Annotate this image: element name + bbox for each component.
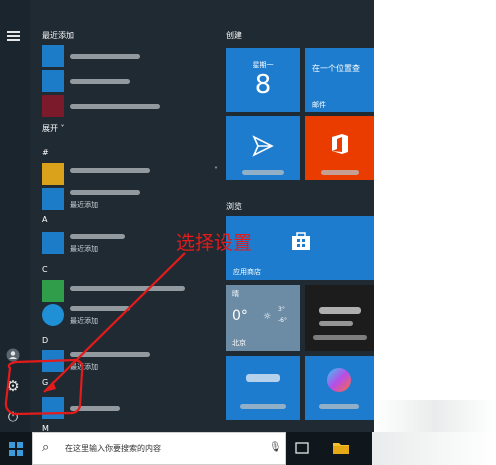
annotation-overlay [4, 252, 186, 416]
taskbar: ⌕ 在这里输入你要搜索的内容 🎙 [0, 432, 496, 465]
search-icon: ⌕ [42, 440, 50, 455]
annotation-highlight-circle [4, 358, 84, 416]
file-explorer-icon[interactable] [332, 440, 350, 456]
windows-logo-icon [9, 442, 23, 456]
annotation-arrow [43, 252, 186, 393]
task-view-icon[interactable] [294, 440, 310, 456]
taskbar-fade [372, 432, 496, 465]
search-box[interactable]: ⌕ 在这里输入你要搜索的内容 🎙 [32, 432, 286, 465]
search-placeholder: 在这里输入你要搜索的内容 [65, 444, 161, 453]
start-button[interactable] [0, 432, 32, 465]
microphone-icon[interactable]: 🎙 [269, 442, 282, 453]
